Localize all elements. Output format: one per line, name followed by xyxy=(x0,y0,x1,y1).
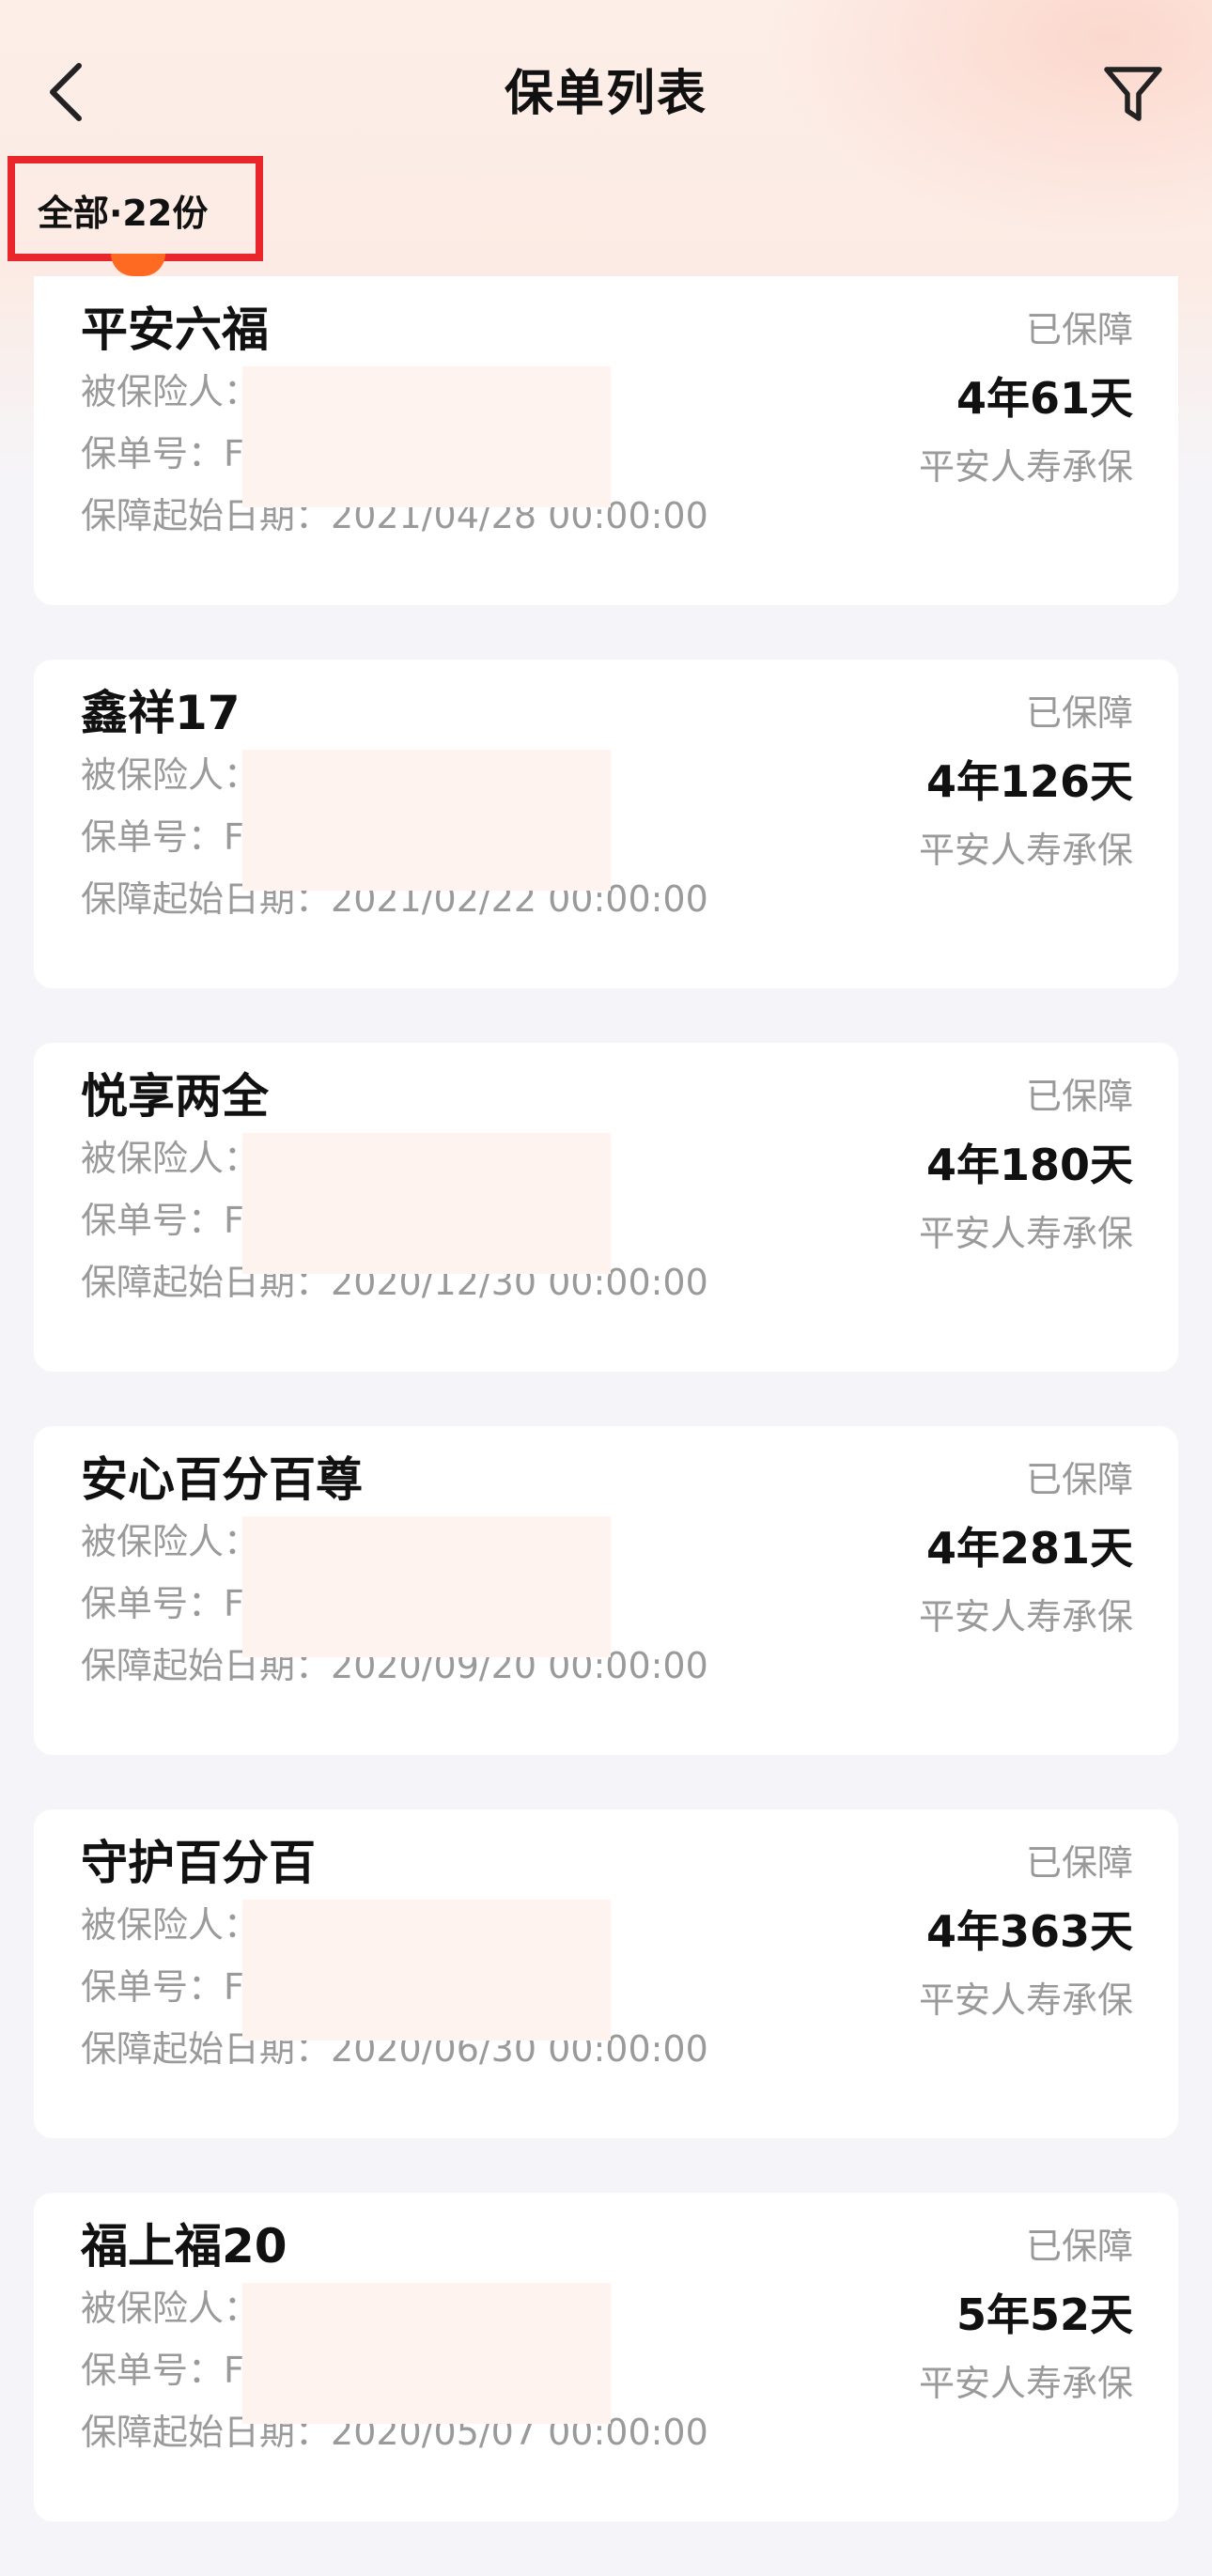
policy-card[interactable]: 守护百分百 已保障 被保险人： 保单号：F 保障起始日期：2020/06/30 … xyxy=(34,1809,1178,2138)
policy-number-label: 保单号：F xyxy=(81,816,244,858)
policy-product-name: 福上福20 xyxy=(81,2219,287,2273)
underwriter: 平安人寿承保 xyxy=(918,2363,1133,2404)
insured-label: 被保险人： xyxy=(81,1521,260,1562)
policy-number-label: 保单号：F xyxy=(81,1966,244,2008)
underwriter: 平安人寿承保 xyxy=(918,1979,1133,2021)
policy-card[interactable]: 鑫祥17 已保障 被保险人： 保单号：F 保障起始日期：2021/02/22 0… xyxy=(34,660,1178,988)
policy-product-name: 平安六福 xyxy=(81,303,269,357)
coverage-duration: 5年52天 xyxy=(956,2289,1133,2340)
policy-product-name: 鑫祥17 xyxy=(81,686,241,740)
underwriter: 平安人寿承保 xyxy=(918,1596,1133,1637)
coverage-duration: 4年363天 xyxy=(925,1906,1133,1957)
redacted-area xyxy=(242,2283,611,2424)
policy-card[interactable]: 安心百分百尊 已保障 被保险人： 保单号：F 保障起始日期：2020/09/20… xyxy=(34,1426,1178,1755)
underwriter: 平安人寿承保 xyxy=(918,1213,1133,1254)
policy-status: 已保障 xyxy=(1025,1459,1133,1500)
insured-label: 被保险人： xyxy=(81,1138,260,1179)
policy-number-label: 保单号：F xyxy=(81,1200,244,1241)
coverage-duration: 4年180天 xyxy=(925,1140,1133,1190)
filter-chip-all[interactable]: 全部·22份 xyxy=(38,190,208,237)
policy-status: 已保障 xyxy=(1025,1076,1133,1117)
coverage-duration: 4年126天 xyxy=(925,756,1133,807)
policy-status: 已保障 xyxy=(1025,309,1133,350)
underwriter: 平安人寿承保 xyxy=(918,446,1133,488)
policy-product-name: 安心百分百尊 xyxy=(81,1452,363,1507)
coverage-duration: 4年281天 xyxy=(925,1523,1133,1574)
filter-button[interactable] xyxy=(1101,62,1165,126)
policy-number-label: 保单号：F xyxy=(81,1583,244,1624)
insured-label: 被保险人： xyxy=(81,1904,260,1946)
redacted-area xyxy=(242,1516,611,1657)
policy-product-name: 悦享两全 xyxy=(81,1069,269,1124)
policy-product-name: 守护百分百 xyxy=(81,1836,316,1890)
page-title: 保单列表 xyxy=(504,66,707,122)
policy-number-label: 保单号：F xyxy=(81,2350,244,2391)
policy-card[interactable]: 平安六福 已保障 被保险人： 保单号：F 保障起始日期：2021/04/28 0… xyxy=(34,276,1178,605)
redacted-area xyxy=(242,366,611,507)
coverage-duration: 4年61天 xyxy=(956,373,1133,424)
redacted-area xyxy=(242,1133,611,1274)
insured-label: 被保险人： xyxy=(81,371,260,412)
policy-list: 平安六福 已保障 被保险人： 保单号：F 保障起始日期：2021/04/28 0… xyxy=(34,276,1178,2576)
policy-card[interactable]: 悦享两全 已保障 被保险人： 保单号：F 保障起始日期：2020/12/30 0… xyxy=(34,1043,1178,1372)
redacted-area xyxy=(242,750,611,891)
insured-label: 被保险人： xyxy=(81,754,260,796)
insured-label: 被保险人： xyxy=(81,2288,260,2329)
policy-number-label: 保单号：F xyxy=(81,433,244,474)
policy-status: 已保障 xyxy=(1025,1842,1133,1884)
policy-card[interactable]: 福上福20 已保障 被保险人： 保单号：F 保障起始日期：2020/05/07 … xyxy=(34,2193,1178,2522)
underwriter: 平安人寿承保 xyxy=(918,830,1133,871)
policy-status: 已保障 xyxy=(1025,2226,1133,2267)
policy-status: 已保障 xyxy=(1025,692,1133,734)
funnel-icon xyxy=(1104,67,1162,121)
redacted-area xyxy=(242,1900,611,2041)
